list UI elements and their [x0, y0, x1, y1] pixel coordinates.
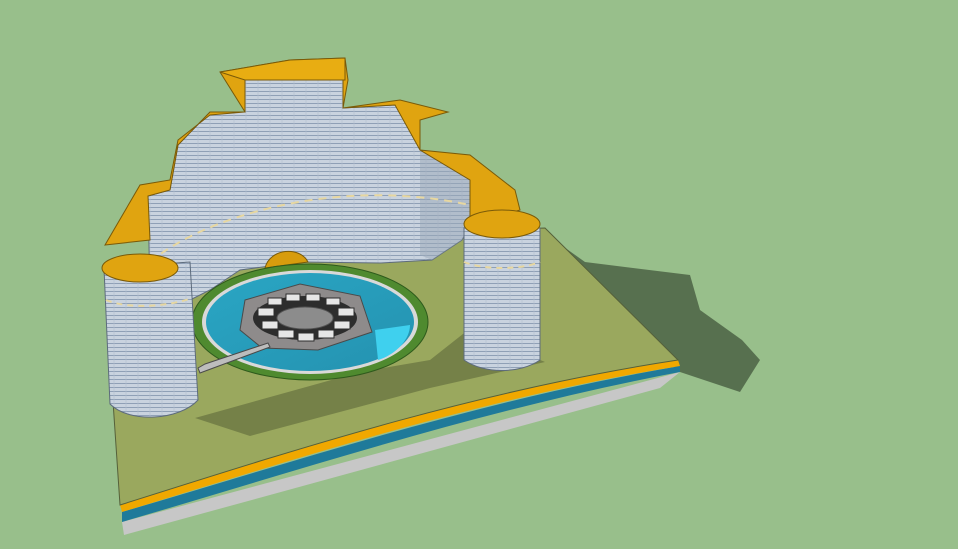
scene-canvas[interactable]: [0, 0, 958, 549]
wall-top-highlight: [219, 57, 346, 81]
left-tower-cap: [101, 253, 179, 283]
right-tower-body: [463, 227, 541, 371]
left-tower-body: [103, 261, 199, 418]
platform-inner: [276, 306, 334, 330]
right-tower-cap: [463, 209, 541, 239]
3d-model-viewport[interactable]: [0, 0, 958, 549]
left-tower[interactable]: [101, 253, 199, 418]
right-tower[interactable]: [463, 209, 541, 371]
